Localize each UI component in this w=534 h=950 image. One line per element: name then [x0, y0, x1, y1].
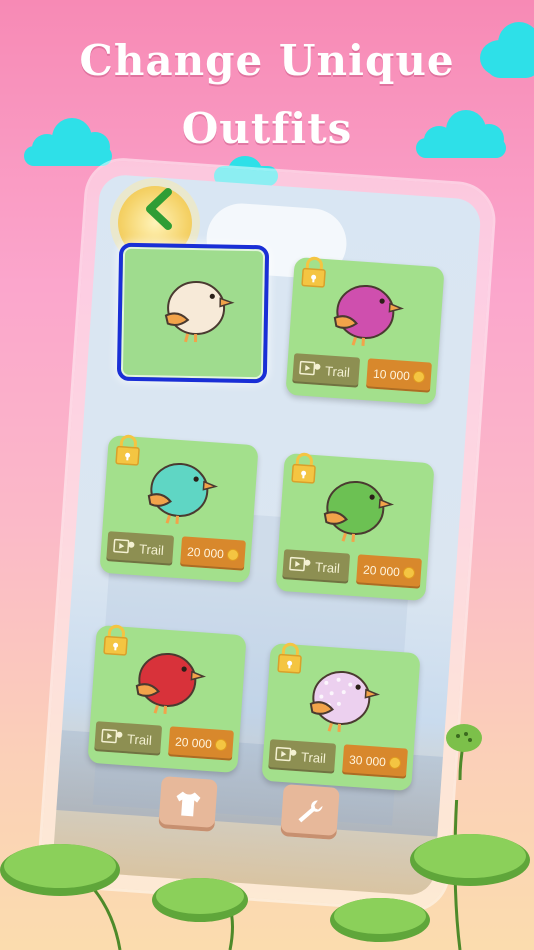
video-ad-icon — [101, 727, 124, 747]
outfit-card-red[interactable]: Trail 20 000 — [87, 623, 247, 774]
lotus-pod-decoration — [446, 724, 482, 780]
buy-price-button[interactable]: 20 000 — [168, 726, 234, 761]
video-ad-icon — [113, 537, 136, 557]
video-ad-icon — [299, 359, 322, 379]
trail-label: Trail — [314, 558, 341, 576]
trail-label: Trail — [138, 540, 165, 558]
trail-button[interactable]: Trail — [282, 549, 351, 584]
outfit-card-polka[interactable]: Trail 30 000 — [261, 641, 421, 792]
lock-icon — [113, 433, 143, 467]
cloud-left — [24, 118, 112, 166]
lock-icon — [101, 623, 131, 657]
trail-label: Trail — [126, 730, 153, 748]
cloud-top-right — [480, 22, 534, 78]
buy-price-button[interactable]: 20 000 — [180, 536, 246, 571]
trail-button[interactable]: Trail — [268, 739, 337, 774]
bird-teal — [138, 451, 223, 534]
bird-green — [314, 469, 399, 552]
lock-icon — [275, 641, 305, 675]
price-label: 20 000 — [174, 734, 213, 752]
outfit-card-cream[interactable] — [116, 242, 270, 384]
bird-red — [126, 641, 211, 724]
outfit-card-teal[interactable]: Trail 20 000 — [99, 433, 259, 584]
price-label: 20 000 — [186, 544, 225, 562]
video-ad-icon — [275, 745, 298, 765]
buy-price-button[interactable]: 30 000 — [342, 744, 408, 779]
price-label: 30 000 — [348, 752, 387, 770]
bird-polka — [300, 659, 385, 742]
outfit-card-green[interactable]: Trail 20 000 — [275, 451, 435, 602]
coin-icon — [388, 756, 402, 770]
buy-price-button[interactable]: 20 000 — [356, 554, 422, 589]
cloud-right — [416, 110, 506, 158]
coin-icon — [226, 548, 240, 562]
trail-label: Trail — [300, 748, 327, 766]
price-label: 10 000 — [372, 366, 411, 384]
trail-button[interactable]: Trail — [292, 353, 361, 388]
price-label: 20 000 — [362, 562, 401, 580]
coin-icon — [214, 738, 228, 752]
video-ad-icon — [289, 555, 312, 575]
coin-icon — [402, 566, 416, 580]
trail-button[interactable]: Trail — [106, 531, 175, 566]
lock-icon — [299, 255, 329, 289]
headline-line-1: Change Unique — [79, 36, 455, 85]
lily-pad-decoration — [0, 800, 530, 950]
coin-icon — [412, 370, 426, 384]
trail-button[interactable]: Trail — [94, 721, 163, 756]
bird-cream — [157, 271, 238, 350]
buy-price-button[interactable]: 10 000 — [366, 358, 432, 393]
lock-icon — [289, 451, 319, 485]
trail-label: Trail — [324, 362, 351, 380]
outfit-card-magenta[interactable]: Trail 10 000 — [285, 255, 445, 406]
back-arrow-icon[interactable] — [138, 186, 184, 232]
bird-magenta — [324, 273, 409, 356]
